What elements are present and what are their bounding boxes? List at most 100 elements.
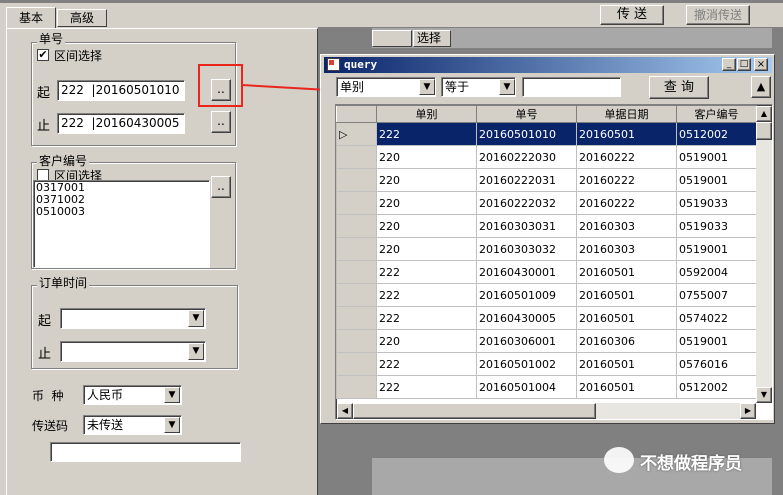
customer-list[interactable]: 0317001 0371002 0510003 [33, 180, 210, 268]
row-header[interactable] [336, 168, 377, 192]
table-row[interactable]: 222 20160501004 20160501 0512002 [336, 375, 757, 399]
table-cell[interactable]: 220 [376, 237, 477, 261]
table-cell[interactable]: 20160303 [576, 214, 677, 238]
cancel-send-button[interactable]: 撤消传送 [686, 5, 750, 25]
table-cell[interactable]: 0519001 [676, 168, 757, 192]
order-no-to-input[interactable]: 222 |20160430005 [57, 113, 185, 134]
row-header[interactable] [336, 375, 377, 399]
table-cell[interactable]: 20160501002 [476, 352, 577, 376]
table-cell[interactable]: 0519033 [676, 214, 757, 238]
row-header[interactable] [336, 352, 377, 376]
table-cell[interactable]: 20160303 [576, 237, 677, 261]
table-cell[interactable]: 20160501 [576, 283, 677, 307]
vertical-scrollbar[interactable] [756, 106, 772, 403]
table-cell[interactable]: 220 [376, 145, 477, 169]
table-cell[interactable]: 220 [376, 191, 477, 215]
table-cell[interactable]: 20160222 [576, 191, 677, 215]
scroll-top-icon[interactable]: ▲ [751, 76, 771, 98]
scroll-right-icon[interactable]: ▶ [740, 403, 756, 419]
row-header[interactable] [336, 283, 377, 307]
table-cell[interactable]: 222 [376, 352, 477, 376]
order-time-to-dropdown-icon[interactable]: ▼ [188, 343, 204, 360]
scroll-left-icon[interactable]: ◀ [337, 403, 353, 419]
column-header[interactable]: 客户编号 [676, 105, 757, 123]
row-header[interactable] [336, 214, 377, 238]
column-header[interactable]: 单据日期 [576, 105, 677, 123]
operator-dropdown-icon[interactable]: ▼ [499, 79, 515, 95]
table-cell[interactable]: 220 [376, 329, 477, 353]
send-code-dropdown-icon[interactable]: ▼ [164, 417, 180, 433]
table-row[interactable]: 220 20160222030 20160222 0519001 [336, 145, 757, 169]
vertical-scroll-thumb[interactable] [756, 122, 772, 140]
tab-basic[interactable]: 基本 [6, 7, 56, 29]
table-cell[interactable]: 20160501009 [476, 283, 577, 307]
order-time-from-dropdown-icon[interactable]: ▼ [188, 310, 204, 327]
table-cell[interactable]: 220 [376, 168, 477, 192]
table-row[interactable]: 220 20160306001 20160306 0519001 [336, 329, 757, 353]
table-cell[interactable]: 20160222032 [476, 191, 577, 215]
table-row[interactable]: 220 20160222031 20160222 0519001 [336, 168, 757, 192]
table-cell[interactable]: 0519001 [676, 145, 757, 169]
table-cell[interactable]: 222 [376, 260, 477, 284]
table-row[interactable]: 220 20160303032 20160303 0519001 [336, 237, 757, 261]
row-header[interactable] [336, 260, 377, 284]
horizontal-scroll-thumb[interactable] [353, 403, 596, 419]
table-cell[interactable]: 20160222031 [476, 168, 577, 192]
table-row[interactable]: 222 20160430001 20160501 0592004 [336, 260, 757, 284]
select-column-header[interactable]: 选择 [413, 30, 451, 47]
table-cell[interactable]: 20160306001 [476, 329, 577, 353]
table-cell[interactable]: 20160303032 [476, 237, 577, 261]
field-dropdown-icon[interactable]: ▼ [419, 79, 435, 95]
table-cell[interactable]: 0512002 [676, 122, 757, 146]
table-cell[interactable]: 20160222 [576, 168, 677, 192]
table-cell[interactable]: 20160501004 [476, 375, 577, 399]
scroll-up-icon[interactable]: ▲ [756, 106, 772, 122]
remark-input[interactable] [50, 442, 241, 462]
table-cell[interactable]: 222 [376, 375, 477, 399]
table-cell[interactable]: 20160430001 [476, 260, 577, 284]
order-time-to-picker[interactable] [60, 341, 206, 362]
order-no-range-checkbox[interactable]: ✔ [37, 49, 49, 61]
row-header[interactable] [336, 306, 377, 330]
table-cell[interactable]: 20160501010 [476, 122, 577, 146]
table-cell[interactable]: 0755007 [676, 283, 757, 307]
table-cell[interactable]: 222 [376, 283, 477, 307]
query-search-input[interactable] [522, 77, 621, 97]
results-grid[interactable]: 单别 单号 单据日期 客户编号 ▷ 222 20160501010 20160501 0… [335, 104, 773, 420]
order-time-from-picker[interactable] [60, 308, 206, 329]
table-cell[interactable]: 0519001 [676, 237, 757, 261]
table-cell[interactable]: 20160501 [576, 375, 677, 399]
table-cell[interactable]: 0519033 [676, 191, 757, 215]
current-row-indicator-icon[interactable]: ▷ [336, 122, 377, 146]
order-no-to-browse-button[interactable]: .. [211, 111, 231, 133]
table-cell[interactable]: 0519001 [676, 329, 757, 353]
close-icon[interactable]: × [754, 58, 768, 71]
tab-advanced[interactable]: 高级 [57, 9, 107, 27]
table-cell[interactable]: 20160501 [576, 306, 677, 330]
table-row[interactable]: 220 20160303031 20160303 0519033 [336, 214, 757, 238]
table-row[interactable]: 222 20160501002 20160501 0576016 [336, 352, 757, 376]
table-cell[interactable]: 20160501 [576, 260, 677, 284]
customer-browse-button[interactable]: .. [211, 176, 231, 198]
table-cell[interactable]: 20160303031 [476, 214, 577, 238]
table-cell[interactable]: 20160306 [576, 329, 677, 353]
table-row[interactable]: 222 20160501009 20160501 0755007 [336, 283, 757, 307]
row-header[interactable] [336, 191, 377, 215]
customer-list-item[interactable]: 0510003 [36, 206, 207, 218]
order-no-from-input[interactable]: 222 |20160501010 [57, 80, 185, 101]
table-cell[interactable]: 222 [376, 306, 477, 330]
table-cell[interactable]: 20160222030 [476, 145, 577, 169]
table-cell[interactable]: 20160430005 [476, 306, 577, 330]
table-row[interactable]: 222 20160430005 20160501 0574022 [336, 306, 757, 330]
row-header[interactable] [336, 237, 377, 261]
currency-dropdown-icon[interactable]: ▼ [164, 387, 180, 403]
query-button[interactable]: 查 询 [649, 76, 709, 99]
row-header[interactable] [336, 145, 377, 169]
table-row[interactable]: ▷ 222 20160501010 20160501 0512002 [336, 122, 757, 146]
scroll-down-icon[interactable]: ▼ [756, 387, 772, 403]
column-header[interactable]: 单别 [376, 105, 477, 123]
table-cell[interactable]: 20160501 [576, 122, 677, 146]
query-titlebar[interactable] [324, 57, 772, 73]
column-header[interactable]: 单号 [476, 105, 577, 123]
table-cell[interactable]: 220 [376, 214, 477, 238]
